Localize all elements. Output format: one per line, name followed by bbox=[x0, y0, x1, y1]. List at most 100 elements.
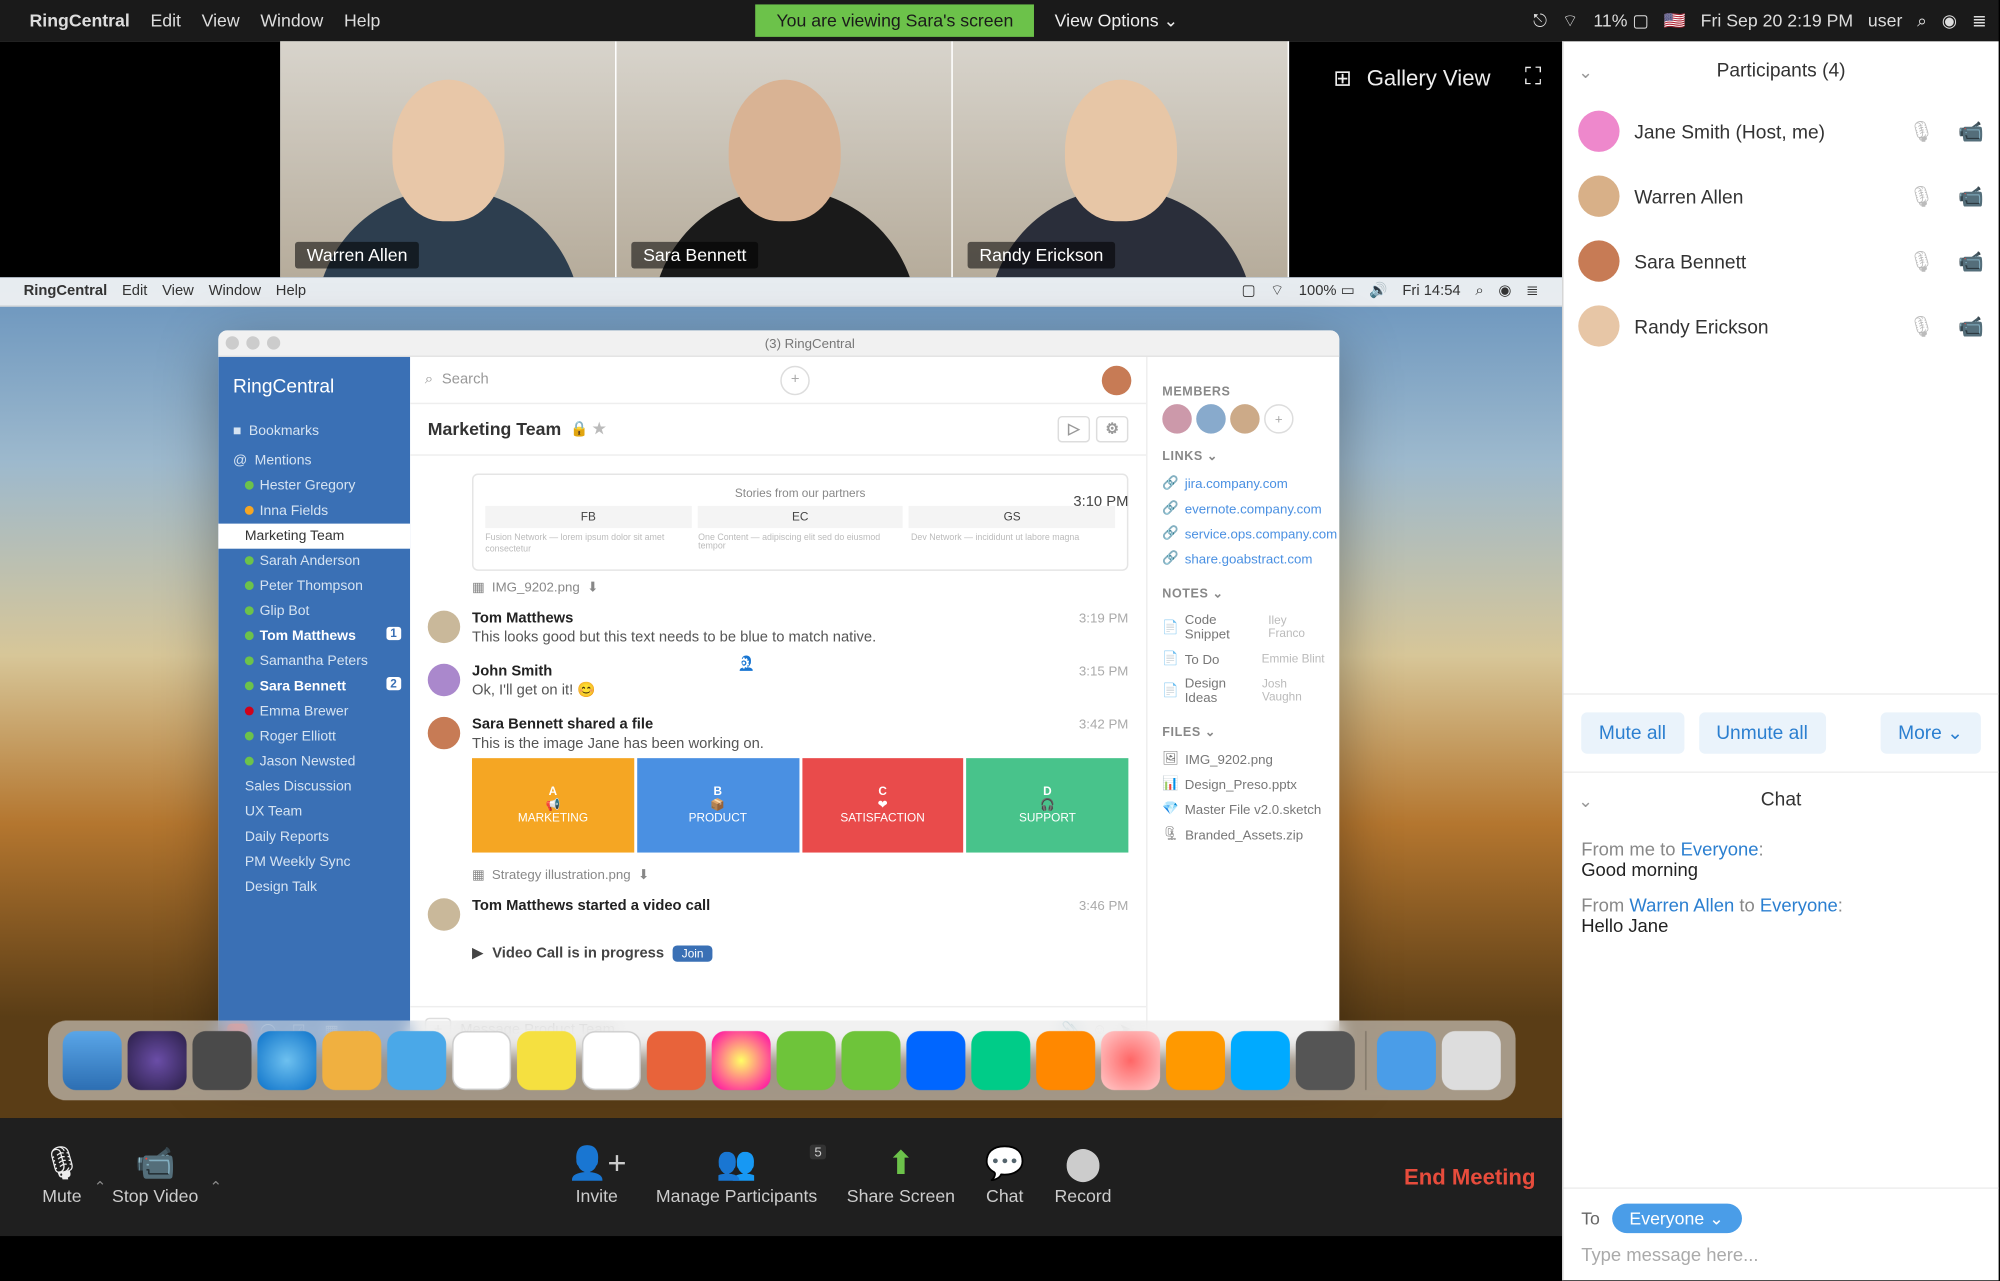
sidebar-teams-head[interactable]: ⚙ Teams⊕ bbox=[723, 592, 835, 734]
fav-item-active[interactable]: Marketing Team bbox=[218, 524, 410, 549]
sidebar-bookmarks[interactable]: ■ Bookmarks bbox=[218, 414, 410, 444]
video-call-button[interactable]: ▷ bbox=[1058, 416, 1090, 443]
collapse-icon[interactable]: ⌄ bbox=[1578, 790, 1593, 811]
battery-status[interactable]: 11% ▢ bbox=[1593, 10, 1649, 31]
camera-icon[interactable]: 📹 bbox=[1958, 119, 1984, 144]
note-item[interactable]: 📄 To DoEmmie Blint bbox=[1162, 646, 1324, 671]
dm-item[interactable]: Glip Bot bbox=[218, 599, 410, 624]
file-item[interactable]: 🗜 Branded_Assets.zip bbox=[1162, 822, 1324, 847]
dock-trash[interactable] bbox=[1441, 1031, 1500, 1090]
video-tile-warren[interactable]: Warren Allen bbox=[280, 41, 616, 277]
dock-sysprefs[interactable] bbox=[1295, 1031, 1354, 1090]
user-menu[interactable]: user bbox=[1868, 10, 1902, 31]
dock-numbers[interactable] bbox=[971, 1031, 1030, 1090]
stop-video-button[interactable]: 📹 Stop Video ⌃ bbox=[97, 1148, 213, 1207]
dock-keynote[interactable] bbox=[1035, 1031, 1094, 1090]
notes-heading[interactable]: NOTES ⌄ bbox=[1162, 586, 1324, 602]
member-avatar[interactable] bbox=[1196, 404, 1226, 434]
add-button[interactable]: + bbox=[780, 365, 810, 395]
share-screen-button[interactable]: ⬆ Share Screen bbox=[832, 1148, 970, 1207]
dock-ibooks[interactable] bbox=[1165, 1031, 1224, 1090]
dock-messages[interactable] bbox=[841, 1031, 900, 1090]
team-item[interactable]: PM Weekly Sync bbox=[218, 850, 410, 875]
camera-icon[interactable]: 📹 bbox=[1958, 249, 1984, 274]
link-item[interactable]: 🔗 jira.company.com bbox=[1162, 471, 1324, 496]
camera-icon[interactable]: 📹 bbox=[1958, 313, 1984, 338]
settings-button[interactable]: ⚙ bbox=[1096, 416, 1128, 443]
dm-item[interactable]: Tom Matthews1 bbox=[218, 624, 410, 649]
file-item[interactable]: 🖼 IMG_9202.png bbox=[1162, 746, 1324, 771]
menu-view[interactable]: View bbox=[202, 10, 240, 31]
microphone-icon[interactable]: 🎙 bbox=[1908, 313, 1934, 338]
dock-launchpad[interactable] bbox=[192, 1031, 251, 1090]
dock-mail[interactable] bbox=[386, 1031, 445, 1090]
dock-contacts[interactable] bbox=[322, 1031, 381, 1090]
manage-participants-button[interactable]: 👥 5 Manage Participants bbox=[641, 1148, 832, 1207]
dock-downloads[interactable] bbox=[1376, 1031, 1435, 1090]
recipient-dropdown[interactable]: Everyone ⌄ bbox=[1612, 1204, 1742, 1234]
chevron-up-icon[interactable]: ⌃ bbox=[210, 1180, 222, 1196]
menu-window[interactable]: Window bbox=[260, 10, 323, 31]
sidebar-mentions[interactable]: @ Mentions bbox=[218, 444, 410, 474]
file-attachment[interactable]: ▦ Strategy illustration.png ⬇ bbox=[428, 861, 1129, 889]
view-options-dropdown[interactable]: View Options ⌄ bbox=[1055, 10, 1179, 31]
notification-center-icon[interactable]: ≣ bbox=[1972, 10, 1987, 31]
dock-facetime[interactable] bbox=[776, 1031, 835, 1090]
team-item[interactable]: Daily Reports bbox=[218, 825, 410, 850]
member-avatar[interactable] bbox=[1230, 404, 1260, 434]
download-icon[interactable]: ⬇ bbox=[587, 579, 598, 595]
image-attachment[interactable]: A📢MARKETING B📦PRODUCT C❤SATISFACTION D🎧S… bbox=[472, 758, 1128, 852]
join-call-button[interactable]: Join bbox=[673, 945, 712, 961]
download-icon[interactable]: ⬇ bbox=[638, 867, 649, 883]
dock-safari[interactable] bbox=[257, 1031, 316, 1090]
chat-input[interactable]: Type message here... bbox=[1581, 1245, 1981, 1266]
dock-finder[interactable] bbox=[62, 1031, 121, 1090]
note-item[interactable]: 📄 Code SnippetIley Franco bbox=[1162, 608, 1324, 646]
dock-maps[interactable] bbox=[646, 1031, 705, 1090]
dock-appstore[interactable] bbox=[1230, 1031, 1289, 1090]
dock-calendar[interactable] bbox=[451, 1031, 510, 1090]
link-item[interactable]: 🔗 share.goabstract.com bbox=[1162, 546, 1324, 571]
dock-itunes[interactable] bbox=[1100, 1031, 1159, 1090]
participant-row[interactable]: Randy Erickson 🎙 📹 bbox=[1578, 294, 1984, 359]
dm-item[interactable]: Jason Newsted bbox=[218, 749, 410, 774]
team-item[interactable]: Sales Discussion bbox=[218, 774, 410, 799]
more-button[interactable]: More ⌄ bbox=[1880, 712, 1981, 753]
clock[interactable]: Fri Sep 20 2:19 PM bbox=[1701, 10, 1854, 31]
fav-item[interactable]: Hester Gregory bbox=[218, 473, 410, 498]
member-avatar[interactable] bbox=[1162, 404, 1192, 434]
record-button[interactable]: ⬤ Record bbox=[1040, 1148, 1127, 1207]
video-tile-randy[interactable]: Randy Erickson bbox=[953, 41, 1289, 277]
dock-pages[interactable] bbox=[906, 1031, 965, 1090]
fav-item[interactable]: Inna Fields bbox=[218, 499, 410, 524]
team-item[interactable]: Design Talk bbox=[218, 875, 410, 900]
dock-notes[interactable] bbox=[516, 1031, 575, 1090]
flag-icon[interactable]: 🇺🇸 bbox=[1664, 10, 1686, 31]
wifi-icon[interactable]: ⌔ bbox=[1562, 10, 1579, 32]
menu-edit[interactable]: Edit bbox=[150, 10, 181, 31]
links-heading[interactable]: LINKS ⌄ bbox=[1162, 448, 1324, 464]
gallery-view-label[interactable]: Gallery View bbox=[1367, 66, 1491, 91]
files-heading[interactable]: FILES ⌄ bbox=[1162, 724, 1324, 740]
bluetooth-icon[interactable]: ⎋ bbox=[1533, 10, 1547, 32]
team-item[interactable]: UX Team bbox=[218, 799, 410, 824]
dock-photos[interactable] bbox=[711, 1031, 770, 1090]
siri-icon[interactable]: ◉ bbox=[1942, 10, 1957, 31]
chat-messages[interactable]: From me to Everyone: Good morning From W… bbox=[1564, 824, 1999, 1188]
dock-siri[interactable] bbox=[127, 1031, 186, 1090]
link-item[interactable]: 🔗 service.ops.company.com bbox=[1162, 521, 1324, 546]
file-item[interactable]: 💎 Master File v2.0.sketch bbox=[1162, 797, 1324, 822]
end-meeting-button[interactable]: End Meeting bbox=[1404, 1165, 1536, 1190]
menu-help[interactable]: Help bbox=[344, 10, 380, 31]
microphone-icon[interactable]: 🎙 bbox=[1908, 184, 1934, 209]
camera-icon[interactable]: 📹 bbox=[1958, 184, 1984, 209]
note-item[interactable]: 📄 Design IdeasJosh Vaughn bbox=[1162, 671, 1324, 709]
unmute-all-button[interactable]: Unmute all bbox=[1699, 712, 1826, 753]
mute-button[interactable]: 🎙 Mute ⌃ bbox=[27, 1148, 98, 1207]
file-item[interactable]: 📊 Design_Preso.pptx bbox=[1162, 771, 1324, 796]
fav-item[interactable]: Sarah Anderson bbox=[218, 549, 410, 574]
chat-button[interactable]: 💬 Chat bbox=[970, 1148, 1040, 1207]
expand-icon[interactable]: ⛶ bbox=[1525, 65, 1542, 92]
microphone-icon[interactable]: 🎙 bbox=[1908, 119, 1934, 144]
participant-row[interactable]: Sara Bennett 🎙 📹 bbox=[1578, 229, 1984, 294]
